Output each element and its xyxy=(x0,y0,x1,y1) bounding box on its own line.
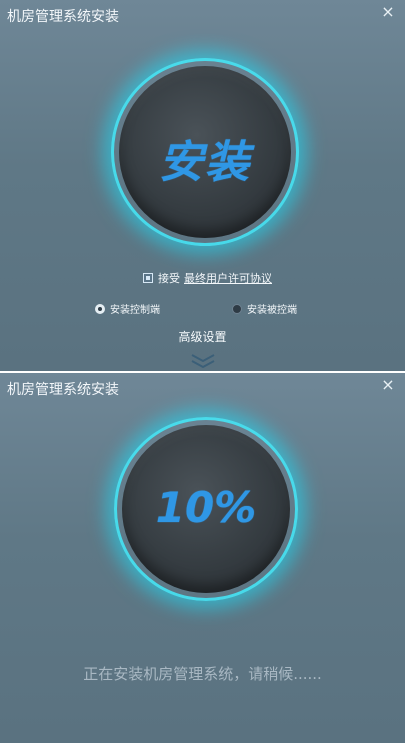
radio-controlled-label: 安装被控端 xyxy=(247,305,297,316)
window-title: 机房管理系统安装 xyxy=(7,382,119,398)
double-chevron-down-icon[interactable] xyxy=(190,351,216,369)
title-bar: 机房管理系统安装 × xyxy=(0,373,405,401)
radio-button-control[interactable] xyxy=(95,304,105,314)
radio-option-controlled[interactable]: 安装被控端 xyxy=(232,301,297,316)
installer-window-progress: 机房管理系统安装 × 10% 正在安装机房管理系统，请稍候...... xyxy=(0,373,405,743)
accept-label: 接受 xyxy=(158,272,180,285)
install-button-face[interactable]: 安装 xyxy=(119,66,291,238)
window-title: 机房管理系统安装 xyxy=(7,9,119,25)
install-button-label: 安装 xyxy=(159,137,251,188)
advanced-settings-link[interactable]: 高级设置 xyxy=(0,328,405,345)
radio-option-control[interactable]: 安装控制端 xyxy=(95,301,160,316)
progress-percent: 10% xyxy=(155,483,257,532)
accept-checkbox[interactable] xyxy=(143,273,153,283)
progress-indicator-face: 10% xyxy=(122,425,290,593)
install-button[interactable]: 安装 xyxy=(111,58,299,246)
title-bar: 机房管理系统安装 × xyxy=(0,0,405,28)
close-icon[interactable]: × xyxy=(379,3,397,21)
installer-window-start: 机房管理系统安装 × 安装 接受 最终用户许可协议 安装控制端 安装被控端 高级设… xyxy=(0,0,405,371)
progress-indicator: 10% xyxy=(114,417,298,601)
radio-button-controlled[interactable] xyxy=(232,304,242,314)
close-icon[interactable]: × xyxy=(379,376,397,394)
eula-agreement-row: 接受 最终用户许可协议 xyxy=(143,270,272,286)
eula-link[interactable]: 最终用户许可协议 xyxy=(184,272,272,285)
radio-control-label: 安装控制端 xyxy=(110,305,160,316)
install-status-text: 正在安装机房管理系统，请稍候...... xyxy=(83,665,322,683)
